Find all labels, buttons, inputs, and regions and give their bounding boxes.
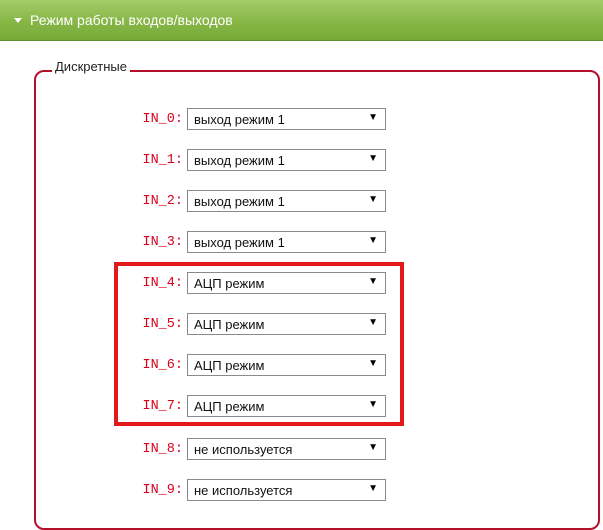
dropdown-arrow-icon: ▼: [368, 112, 378, 123]
fieldset-legend: Дискретные: [52, 59, 130, 74]
collapse-triangle-icon[interactable]: [14, 18, 22, 23]
select-value: выход режим 1: [194, 153, 285, 168]
dropdown-arrow-icon: ▼: [368, 153, 378, 164]
input-label: IN_1:: [142, 153, 183, 168]
dropdown-arrow-icon: ▼: [368, 235, 378, 246]
select-value: выход режим 1: [194, 194, 285, 209]
select-value: выход режим 1: [194, 235, 285, 250]
input-label: IN_2:: [142, 194, 183, 209]
input-label: IN_0:: [142, 112, 183, 127]
mode-select[interactable]: выход режим 1 ▼: [187, 108, 386, 130]
mode-select[interactable]: не используется ▼: [187, 438, 386, 460]
input-label: IN_9:: [142, 483, 183, 498]
mode-select[interactable]: выход режим 1 ▼: [187, 231, 386, 253]
mode-select[interactable]: выход режим 1 ▼: [187, 190, 386, 212]
dropdown-arrow-icon: ▼: [368, 483, 378, 494]
mode-select[interactable]: выход режим 1 ▼: [187, 149, 386, 171]
input-label: IN_3:: [142, 235, 183, 250]
mode-select[interactable]: не используется ▼: [187, 479, 386, 501]
highlight-box: [114, 262, 404, 426]
select-value: не используется: [194, 483, 293, 498]
dropdown-arrow-icon: ▼: [368, 442, 378, 453]
section-header[interactable]: Режим работы входов/выходов: [0, 0, 603, 41]
select-value: не используется: [194, 442, 293, 457]
section-title: Режим работы входов/выходов: [30, 12, 233, 28]
dropdown-arrow-icon: ▼: [368, 194, 378, 205]
input-label: IN_8:: [142, 442, 183, 457]
select-value: выход режим 1: [194, 112, 285, 127]
